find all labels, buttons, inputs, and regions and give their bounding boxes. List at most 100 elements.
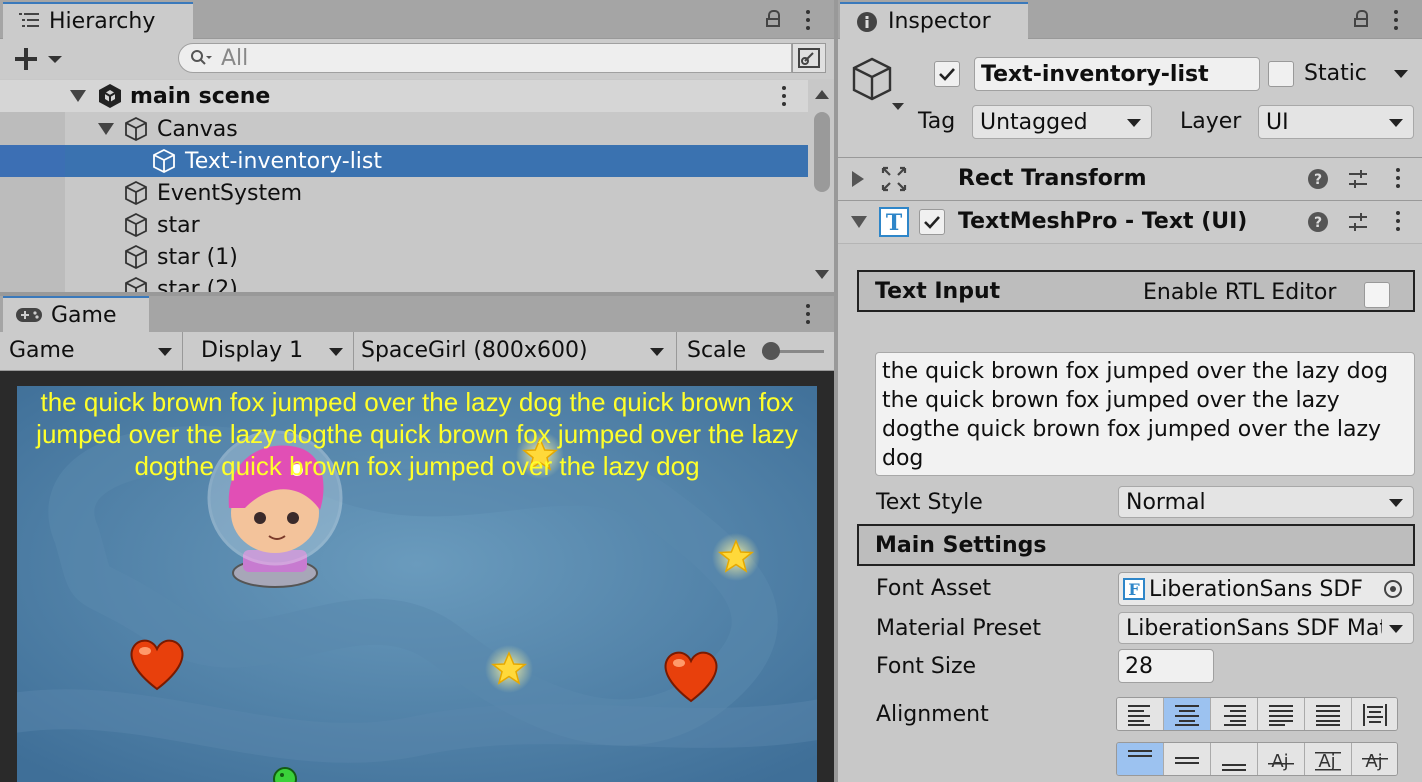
help-icon[interactable]: ?	[1307, 168, 1329, 190]
display-select[interactable]: Display 1	[183, 332, 354, 370]
hierarchy-item-star[interactable]: star	[0, 209, 808, 241]
main-settings-header-label: Main Settings	[875, 532, 1047, 558]
align-left-button[interactable]	[1117, 698, 1164, 730]
more-options-icon[interactable]	[806, 304, 810, 328]
checkmark-icon	[939, 68, 955, 81]
preset-sliders-icon[interactable]	[1347, 211, 1369, 233]
search-placeholder: All	[221, 45, 249, 71]
align-top-button[interactable]	[1117, 743, 1164, 775]
component-enabled-checkbox[interactable]	[919, 209, 945, 235]
gameobject-cube-icon	[153, 148, 175, 174]
material-preset-select[interactable]: LiberationSans SDF Mate	[1118, 612, 1414, 644]
hierarchy-search-input[interactable]: All	[178, 43, 792, 73]
hierarchy-item-star-1[interactable]: star (1)	[0, 241, 808, 273]
game-viewport[interactable]: the quick brown fox jumped over the lazy…	[17, 386, 817, 782]
align-middle-button[interactable]	[1164, 743, 1211, 775]
text-style-select[interactable]: Normal	[1118, 486, 1414, 518]
align-justified-button[interactable]	[1258, 698, 1305, 730]
tab-game[interactable]: Game	[3, 296, 149, 332]
lock-icon[interactable]	[766, 10, 780, 27]
game-mode-select[interactable]: Game	[0, 332, 183, 370]
inspector-tab-label: Inspector	[888, 9, 991, 34]
search-toggle-button[interactable]	[792, 43, 826, 73]
text-input-value: the quick brown fox jumped over the lazy…	[882, 359, 1389, 471]
align-baseline-icon: Aj	[1268, 751, 1294, 771]
checkmark-icon	[924, 216, 940, 229]
slider-thumb[interactable]	[762, 342, 780, 360]
text-input-area[interactable]: the quick brown fox jumped over the lazy…	[875, 352, 1415, 476]
align-right-button[interactable]	[1211, 698, 1258, 730]
scroll-thumb[interactable]	[814, 112, 830, 192]
hierarchy-scrollbar[interactable]	[810, 80, 834, 292]
scroll-up-arrow[interactable]	[815, 90, 829, 99]
hierarchy-item-star-2[interactable]: star (2)	[0, 273, 808, 292]
align-geometry-center-button[interactable]	[1352, 698, 1397, 730]
active-checkbox[interactable]	[934, 61, 960, 87]
search-icon	[191, 50, 212, 65]
search-window-icon	[798, 48, 820, 68]
static-checkbox[interactable]	[1268, 61, 1294, 87]
tree-item-label: star (2)	[157, 276, 238, 293]
scene-row[interactable]: main scene	[0, 80, 808, 112]
svg-text:F: F	[1128, 580, 1140, 599]
gameobject-large-cube-icon[interactable]	[850, 55, 906, 125]
hierarchy-item-canvas[interactable]: Canvas	[0, 113, 808, 145]
game-panel: Game Game Display 1 SpaceGirl (800x600) …	[0, 296, 834, 782]
rtl-editor-label: Enable RTL Editor	[1143, 280, 1337, 305]
collapse-arrow-icon[interactable]	[851, 216, 867, 228]
more-options-icon[interactable]	[1394, 10, 1398, 34]
selection-left-highlight	[0, 145, 65, 177]
chevron-down-icon	[1389, 499, 1403, 507]
help-icon[interactable]: ?	[1307, 211, 1329, 233]
font-asset-value: LiberationSans SDF	[1149, 576, 1363, 602]
align-bottom-button[interactable]	[1211, 743, 1258, 775]
expand-arrow-icon[interactable]	[70, 90, 86, 102]
layer-select[interactable]: UI	[1258, 105, 1414, 139]
hierarchy-item-text-inventory-list[interactable]: Text-inventory-list	[0, 145, 808, 177]
green-blob	[273, 767, 297, 782]
object-picker-icon[interactable]	[1383, 579, 1403, 599]
svg-text:Aj: Aj	[1271, 751, 1288, 771]
scroll-down-arrow[interactable]	[815, 270, 829, 279]
scene-options-icon[interactable]	[782, 86, 786, 110]
tag-select[interactable]: Untagged	[972, 105, 1152, 139]
expand-arrow-icon[interactable]	[98, 123, 114, 135]
component-options-icon[interactable]	[1396, 168, 1400, 192]
expand-arrow-icon[interactable]	[852, 171, 864, 187]
hierarchy-item-eventsystem[interactable]: EventSystem	[0, 177, 808, 209]
component-options-icon[interactable]	[1396, 211, 1400, 235]
game-mode-value: Game	[9, 338, 75, 363]
gameobject-cube-icon	[125, 244, 147, 270]
resolution-select[interactable]: SpaceGirl (800x600)	[354, 332, 677, 370]
align-midline-button[interactable]: Aj	[1305, 743, 1352, 775]
layer-value: UI	[1266, 109, 1289, 135]
component-rect-transform[interactable]: Rect Transform ?	[838, 158, 1422, 201]
font-size-input[interactable]: 28	[1118, 649, 1214, 683]
font-asset-field[interactable]: F LiberationSans SDF	[1118, 572, 1414, 606]
static-dropdown-icon[interactable]	[1394, 70, 1408, 78]
svg-text:?: ?	[1314, 172, 1322, 188]
tab-inspector[interactable]: Inspector	[840, 2, 1028, 39]
more-options-icon[interactable]	[806, 10, 810, 34]
lock-icon[interactable]	[1354, 10, 1368, 27]
component-textmeshpro[interactable]: T TextMeshPro - Text (UI) ?	[838, 201, 1422, 244]
star-pickup	[485, 645, 533, 693]
tmp-component-title: TextMeshPro - Text (UI)	[958, 209, 1248, 234]
scene-name: main scene	[130, 83, 271, 109]
align-flush-button[interactable]	[1305, 698, 1352, 730]
text-input-header-label: Text Input	[875, 278, 1001, 304]
add-button[interactable]	[12, 43, 66, 75]
align-bottom-icon	[1222, 764, 1246, 771]
game-toolbar: Game Display 1 SpaceGirl (800x600) Scale	[0, 332, 834, 371]
align-center-button[interactable]	[1164, 698, 1211, 730]
main-settings-section-header[interactable]: Main Settings	[857, 524, 1415, 566]
preset-sliders-icon[interactable]	[1347, 168, 1369, 190]
align-capline-button[interactable]: Aj	[1352, 743, 1397, 775]
scale-slider[interactable]	[762, 342, 824, 360]
game-tabbar: Game	[0, 296, 834, 332]
tab-hierarchy[interactable]: Hierarchy	[3, 2, 193, 39]
object-name-field[interactable]: Text-inventory-list	[974, 57, 1260, 91]
font-asset-label: Font Asset	[876, 576, 992, 601]
rtl-editor-checkbox[interactable]	[1364, 282, 1390, 308]
align-baseline-button[interactable]: Aj	[1258, 743, 1305, 775]
